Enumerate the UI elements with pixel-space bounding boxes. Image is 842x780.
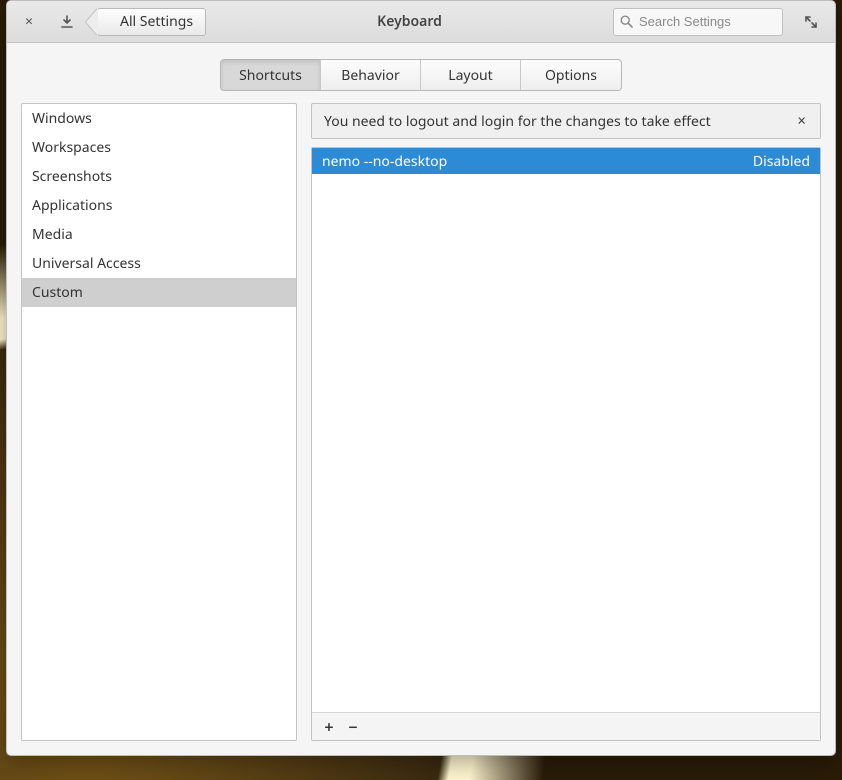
headerbar-left-controls: × All Settings bbox=[15, 8, 206, 36]
sidebar-item-label: Workspaces bbox=[32, 138, 111, 157]
info-bar-text: You need to logout and login for the cha… bbox=[324, 112, 711, 131]
keyboard-settings-window: × All Settings Keyboard Shortcut bbox=[6, 0, 836, 756]
shortcut-row[interactable]: nemo --no-desktop Disabled bbox=[312, 148, 820, 174]
back-all-settings-button[interactable]: All Settings bbox=[97, 8, 206, 36]
close-window-button[interactable]: × bbox=[15, 8, 43, 36]
main-pane: You need to logout and login for the cha… bbox=[311, 103, 821, 741]
shortcut-list: nemo --no-desktop Disabled bbox=[312, 148, 820, 712]
tab-switcher: Shortcuts Behavior Layout Options bbox=[220, 59, 622, 91]
shortcut-list-container: nemo --no-desktop Disabled + − bbox=[311, 147, 821, 741]
remove-shortcut-button[interactable]: − bbox=[342, 716, 364, 738]
info-bar: You need to logout and login for the cha… bbox=[311, 103, 821, 139]
sidebar-item-label: Media bbox=[32, 225, 73, 244]
tab-label: Layout bbox=[448, 66, 493, 85]
close-icon: × bbox=[25, 12, 33, 31]
back-button-label: All Settings bbox=[120, 12, 193, 31]
tab-label: Shortcuts bbox=[239, 66, 302, 85]
tab-behavior[interactable]: Behavior bbox=[321, 60, 421, 90]
sidebar-item-label: Windows bbox=[32, 109, 92, 128]
download-icon bbox=[60, 15, 74, 29]
plus-icon: + bbox=[324, 716, 333, 738]
maximize-button[interactable] bbox=[797, 8, 825, 36]
sidebar-item-universal-access[interactable]: Universal Access bbox=[22, 249, 296, 278]
tab-options[interactable]: Options bbox=[521, 60, 621, 90]
sidebar-item-label: Applications bbox=[32, 196, 112, 215]
sidebar-item-label: Screenshots bbox=[32, 167, 112, 186]
sidebar-item-custom[interactable]: Custom bbox=[22, 278, 296, 307]
add-shortcut-button[interactable]: + bbox=[318, 716, 340, 738]
sidebar-item-label: Custom bbox=[32, 283, 83, 302]
search-icon bbox=[620, 15, 633, 28]
tab-label: Options bbox=[545, 66, 597, 85]
tab-bar: Shortcuts Behavior Layout Options bbox=[7, 43, 835, 103]
shortcut-binding: Disabled bbox=[753, 152, 810, 171]
minus-icon: − bbox=[348, 716, 357, 738]
sidebar-item-windows[interactable]: Windows bbox=[22, 104, 296, 133]
tab-shortcuts[interactable]: Shortcuts bbox=[221, 60, 321, 90]
dismiss-icon: × bbox=[797, 111, 806, 131]
info-bar-close-button[interactable]: × bbox=[793, 109, 810, 133]
search-field[interactable] bbox=[613, 8, 783, 36]
sidebar-item-applications[interactable]: Applications bbox=[22, 191, 296, 220]
shortcut-command: nemo --no-desktop bbox=[322, 152, 447, 171]
sidebar-item-label: Universal Access bbox=[32, 254, 141, 273]
minimize-button[interactable] bbox=[53, 8, 81, 36]
tab-layout[interactable]: Layout bbox=[421, 60, 521, 90]
expand-icon bbox=[804, 15, 818, 29]
sidebar-item-screenshots[interactable]: Screenshots bbox=[22, 162, 296, 191]
search-input[interactable] bbox=[639, 14, 776, 29]
sidebar-item-media[interactable]: Media bbox=[22, 220, 296, 249]
content-area: Windows Workspaces Screenshots Applications… bbox=[7, 103, 835, 755]
sidebar-item-workspaces[interactable]: Workspaces bbox=[22, 133, 296, 162]
header-bar: × All Settings Keyboard bbox=[7, 1, 835, 43]
tab-label: Behavior bbox=[341, 66, 399, 85]
category-sidebar: Windows Workspaces Screenshots Applications… bbox=[21, 103, 297, 741]
window-title: Keyboard bbox=[212, 12, 607, 31]
list-toolbar: + − bbox=[312, 712, 820, 740]
